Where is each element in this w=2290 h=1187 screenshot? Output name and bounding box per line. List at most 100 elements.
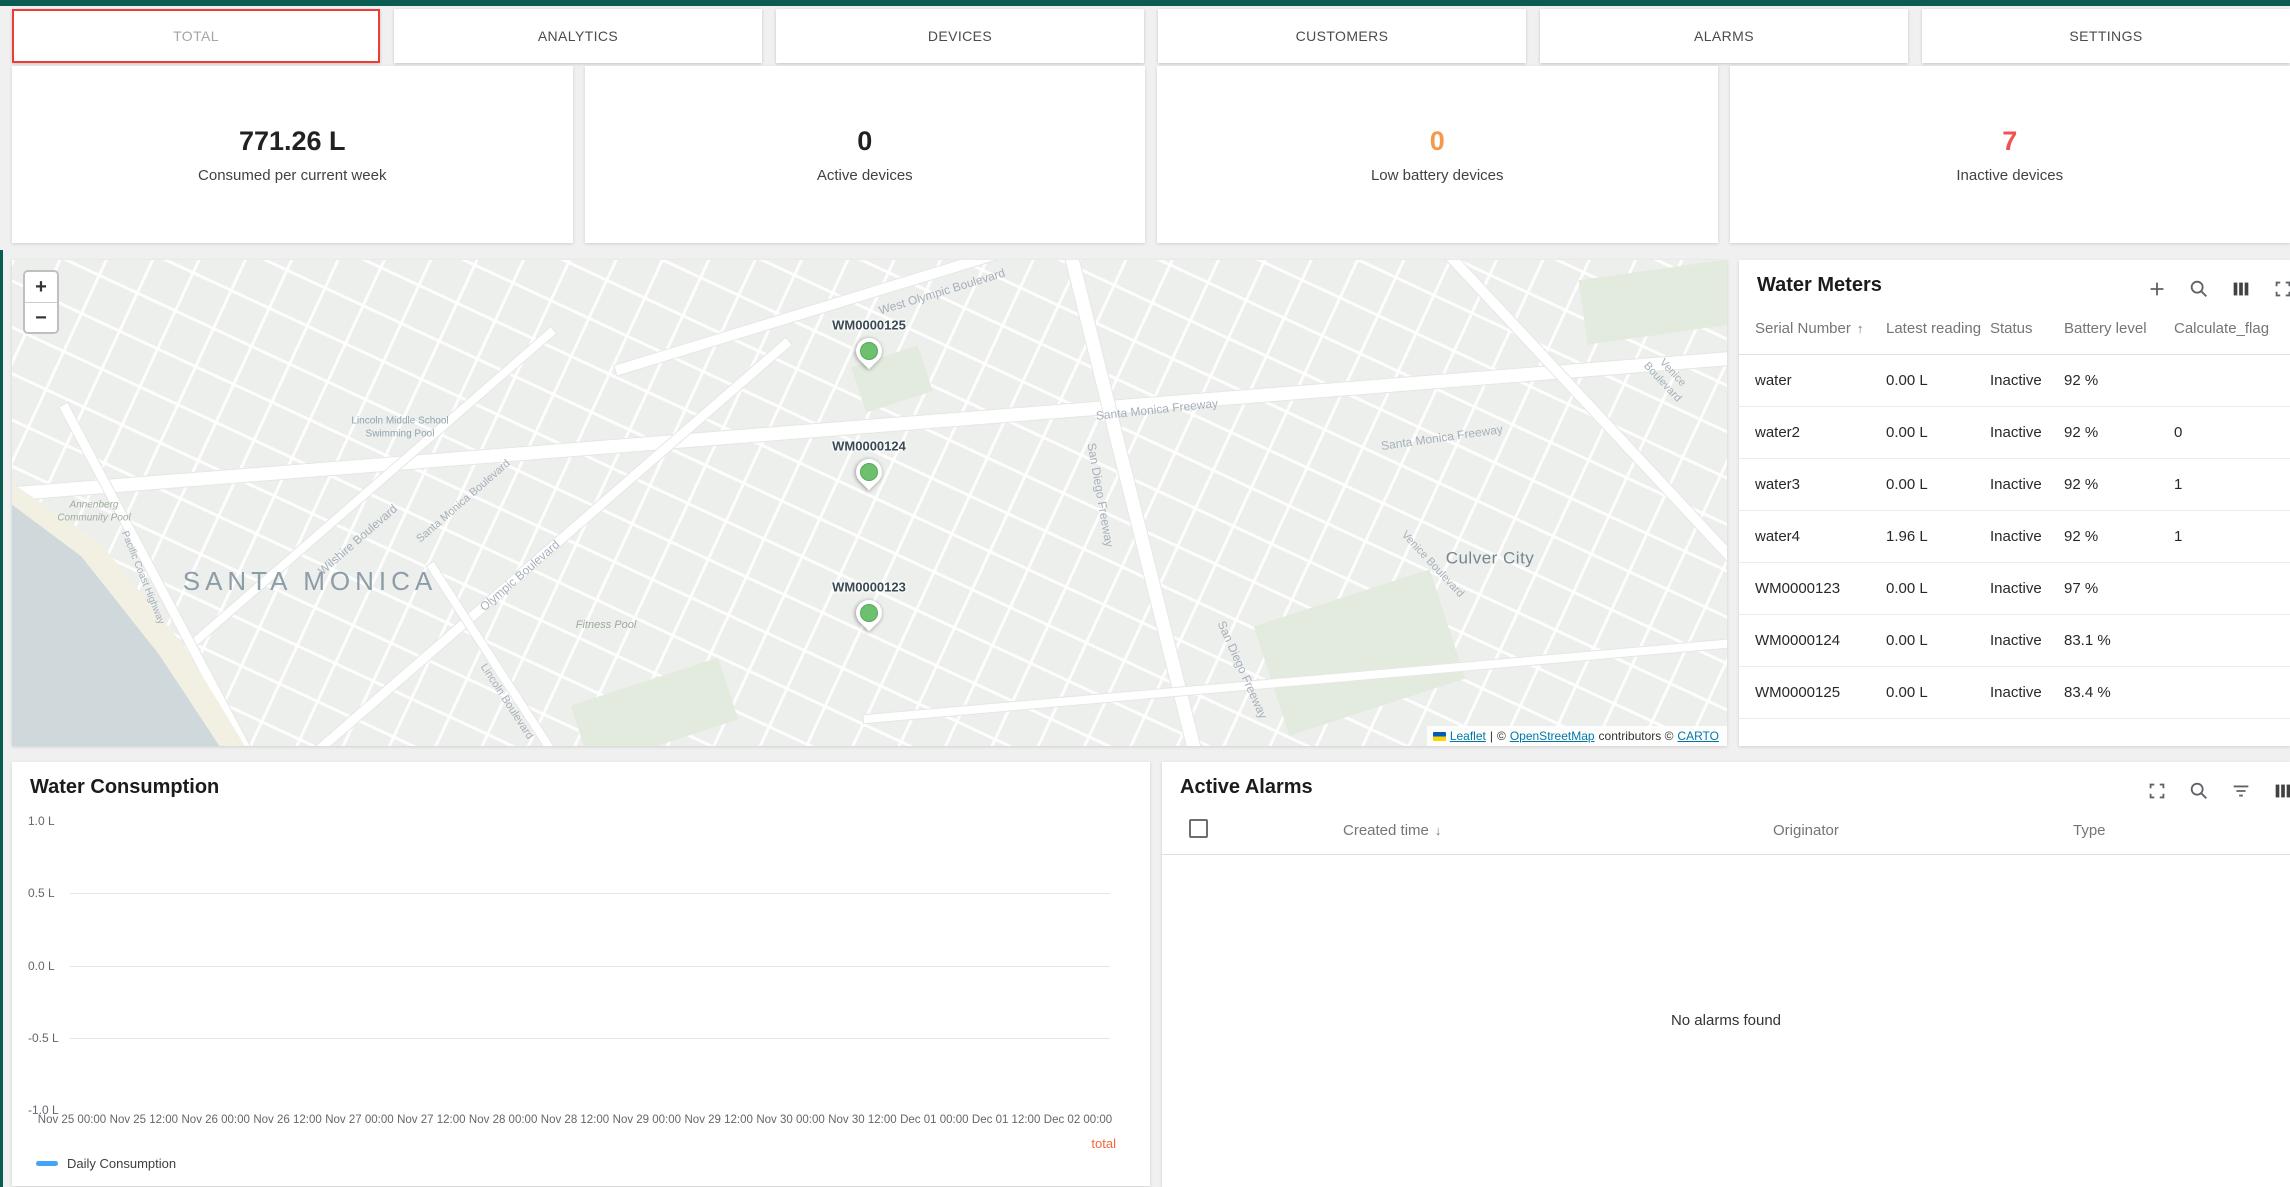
map-street-label: Fitness Pool [576, 619, 637, 633]
map-street-label: Lincoln Middle School Swimming Pool [351, 416, 448, 441]
map-canvas[interactable] [12, 260, 1727, 746]
column-header-battery-level[interactable]: Battery level [2064, 320, 2174, 337]
top-accent-bar [0, 0, 2290, 6]
columns-button[interactable] [2228, 276, 2254, 302]
wm-cell-latest-reading: 1.96 L [1886, 528, 1990, 545]
x-axis-tick: Nov 27 12:00 [397, 1114, 465, 1126]
fullscreen-icon [2272, 278, 2290, 300]
x-axis-tick: Dec 02 00:00 [1044, 1114, 1112, 1126]
chart-gridline [70, 966, 1110, 967]
table-row-water[interactable]: water0.00 LInactive92 % [1739, 355, 2290, 407]
column-header-calculate-flag[interactable]: Calculate_flag [2174, 320, 2274, 337]
created-time-label: Created time [1343, 822, 1429, 839]
total-axis-label[interactable]: total [1091, 1136, 1116, 1151]
wm-cell-battery-level: 92 % [2064, 476, 2174, 493]
stat-value: 7 [2002, 126, 2017, 157]
stat-value: 771.26 L [239, 126, 346, 157]
wm-cell-status: Inactive [1990, 528, 2064, 545]
x-axis-tick: Nov 29 12:00 [684, 1114, 752, 1126]
table-row-wm0000124[interactable]: WM00001240.00 LInactive83.1 % [1739, 615, 2290, 667]
stat-cards-row: 771.26 LConsumed per current week0Active… [12, 66, 2290, 243]
add-entity-button[interactable] [2144, 276, 2170, 302]
x-axis-tick: Dec 01 00:00 [900, 1114, 968, 1126]
y-axis-tick: 0.0 L [28, 959, 55, 973]
wm-cell-status: Inactive [1990, 476, 2064, 493]
filter-button[interactable] [2228, 778, 2254, 804]
wm-cell-calculate-flag: 0 [2174, 424, 2274, 441]
search-icon [2188, 278, 2210, 300]
y-axis-tick: 1.0 L [28, 814, 55, 828]
column-header-serial-number[interactable]: Serial Number↑ [1755, 320, 1886, 337]
column-header-status[interactable]: Status [1990, 320, 2064, 337]
wm-cell-status: Inactive [1990, 372, 2064, 389]
openstreetmap-link[interactable]: OpenStreetMap [1510, 729, 1595, 743]
wm-cell-serial-number: WM0000125 [1755, 684, 1886, 701]
stat-card-consumed-per-current-week: 771.26 LConsumed per current week [12, 66, 573, 243]
wm-cell-serial-number: WM0000124 [1755, 632, 1886, 649]
table-row-water2[interactable]: water20.00 LInactive92 %0 [1739, 407, 2290, 459]
leaflet-link[interactable]: Leaflet [1450, 729, 1486, 743]
stat-value: 0 [1430, 126, 1445, 157]
x-axis-tick: Nov 28 12:00 [541, 1114, 609, 1126]
no-alarms-message: No alarms found [1162, 855, 2290, 1185]
x-axis-tick: Dec 01 12:00 [972, 1114, 1040, 1126]
x-axis-tick: Nov 25 00:00 [38, 1114, 106, 1126]
left-accent-strip [0, 250, 3, 1187]
map-marker-label-wm0000123: WM0000123 [832, 580, 906, 595]
water-meters-title: Water Meters [1757, 274, 1882, 297]
select-all-checkbox[interactable] [1189, 819, 1208, 838]
map-marker-label-wm0000124: WM0000124 [832, 439, 906, 454]
water-meters-table-body: water0.00 LInactive92 %water20.00 LInact… [1739, 355, 2290, 719]
tab-analytics[interactable]: ANALYTICS [394, 9, 762, 63]
tab-customers[interactable]: CUSTOMERS [1158, 9, 1526, 63]
attribution-separator: | [1490, 729, 1493, 743]
filter-icon [2230, 780, 2252, 802]
fullscreen-icon [2146, 780, 2168, 802]
map-place-label-culver-city: Culver City [1446, 547, 1535, 568]
tab-total[interactable]: TOTAL [12, 9, 380, 63]
carto-link[interactable]: CARTO [1677, 729, 1719, 743]
search-button[interactable] [2186, 276, 2212, 302]
wm-cell-latest-reading: 0.00 L [1886, 424, 1990, 441]
column-header-originator[interactable]: Originator [1758, 822, 2058, 839]
x-axis-tick: Nov 27 00:00 [325, 1114, 393, 1126]
table-row-water3[interactable]: water30.00 LInactive92 %1 [1739, 459, 2290, 511]
wm-cell-serial-number: water4 [1755, 528, 1886, 545]
zoom-out-button[interactable]: − [25, 302, 57, 332]
x-axis-tick: Nov 28 00:00 [469, 1114, 537, 1126]
sort-asc-icon: ↑ [1857, 321, 1864, 336]
column-header-created-time[interactable]: Created time↓ [1328, 822, 1758, 839]
wm-cell-latest-reading: 0.00 L [1886, 580, 1990, 597]
tab-alarms[interactable]: ALARMS [1540, 9, 1908, 63]
tab-devices[interactable]: DEVICES [776, 9, 1144, 63]
fullscreen-button[interactable] [2144, 778, 2170, 804]
fullscreen-button[interactable] [2270, 276, 2290, 302]
tab-settings[interactable]: SETTINGS [1922, 9, 2290, 63]
wm-cell-battery-level: 83.4 % [2064, 684, 2174, 701]
wm-cell-serial-number: water2 [1755, 424, 1886, 441]
search-button[interactable] [2186, 778, 2212, 804]
ukraine-flag-icon [1433, 732, 1446, 741]
columns-button[interactable] [2270, 778, 2290, 804]
column-header-type[interactable]: Type [2058, 822, 2274, 839]
table-row-wm0000125[interactable]: WM00001250.00 LInactive83.4 % [1739, 667, 2290, 719]
zoom-in-button[interactable]: + [25, 272, 57, 302]
legend-line-icon [36, 1161, 58, 1166]
x-axis-tick: Nov 30 00:00 [756, 1114, 824, 1126]
column-header-latest-reading[interactable]: Latest reading [1886, 320, 1990, 337]
marker-dot-icon [856, 338, 881, 363]
stat-value: 0 [857, 126, 872, 157]
table-row-wm0000123[interactable]: WM00001230.00 LInactive97 % [1739, 563, 2290, 615]
dashboard-state-tabs: TOTAL ANALYTICS DEVICES CUSTOMERS ALARMS SETT… [12, 9, 2290, 63]
legend-item-daily-consumption[interactable]: Daily Consumption [36, 1156, 176, 1171]
attribution-contributors: contributors © [1599, 729, 1674, 743]
stat-label: Low battery devices [1371, 167, 1504, 184]
wm-cell-status: Inactive [1990, 424, 2064, 441]
table-row-water4[interactable]: water41.96 LInactive92 %1 [1739, 511, 2290, 563]
wm-cell-battery-level: 92 % [2064, 424, 2174, 441]
map-zoom-control: + − [23, 270, 59, 334]
water-meters-table-header: Serial Number↑Latest readingStatusBatter… [1739, 302, 2290, 355]
tab-label: ANALYTICS [538, 28, 618, 44]
tab-label: TOTAL [173, 28, 219, 44]
wm-cell-latest-reading: 0.00 L [1886, 632, 1990, 649]
